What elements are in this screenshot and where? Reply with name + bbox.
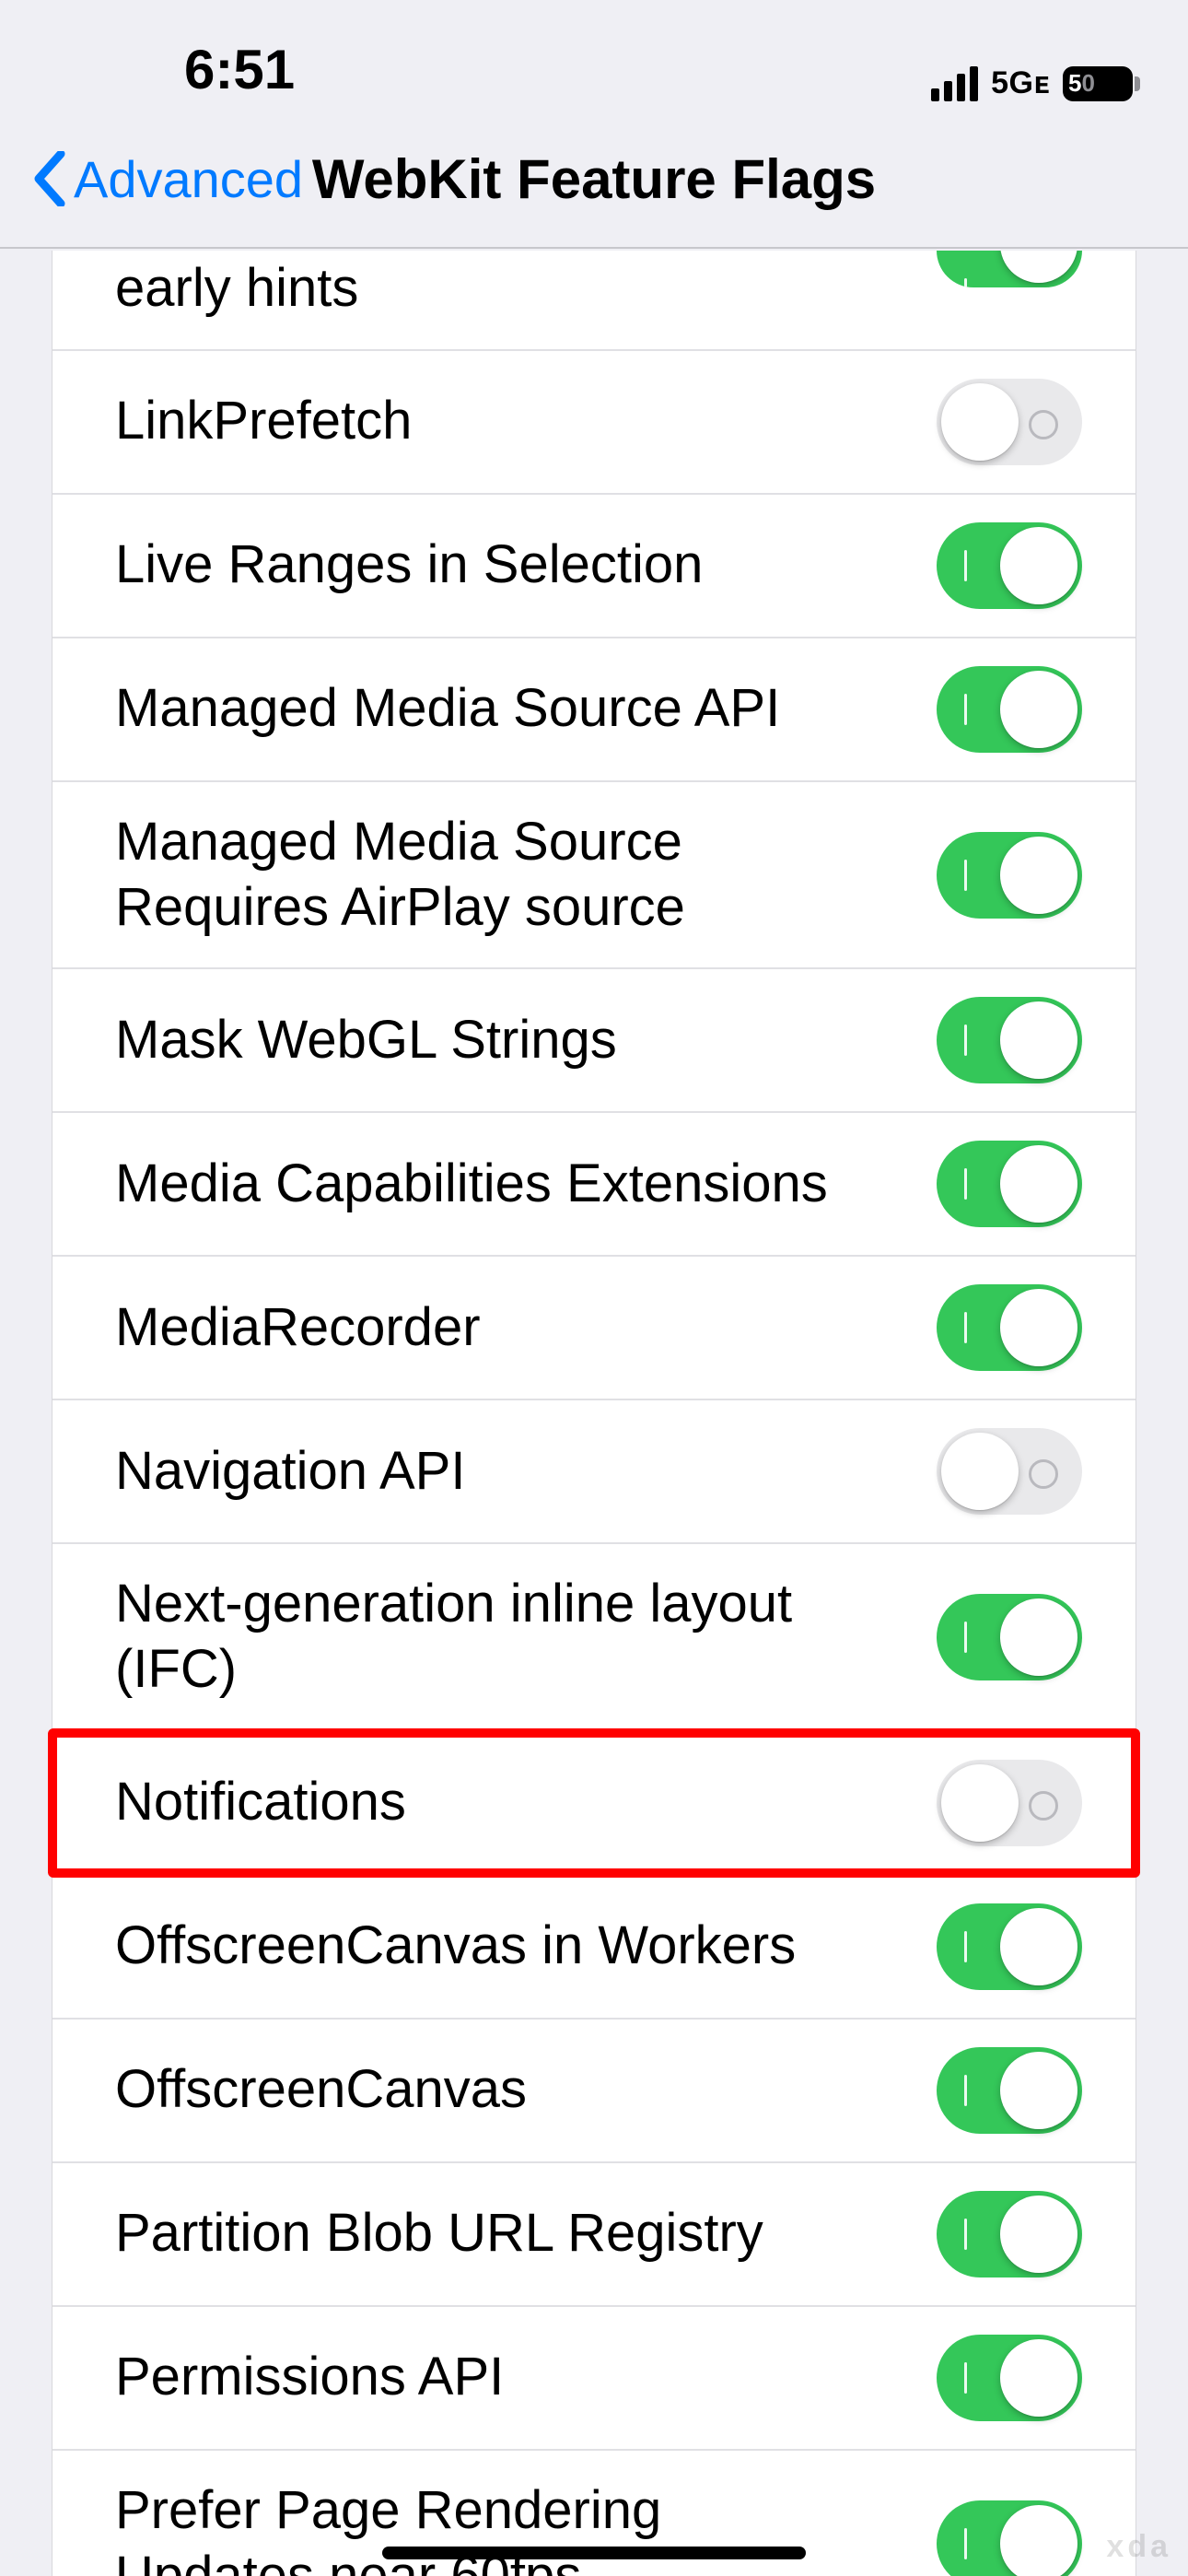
settings-row: Managed Media Source Requires AirPlay so… — [52, 782, 1136, 970]
settings-row: Live Ranges in Selection — [52, 495, 1136, 638]
toggle-switch[interactable] — [937, 832, 1082, 919]
toggle-knob — [1000, 837, 1077, 914]
setting-label: Mask WebGL Strings — [115, 1008, 617, 1073]
settings-row: OffscreenCanvas in Workers — [52, 1876, 1136, 2020]
battery-percent-faded: 0 — [1081, 69, 1094, 98]
settings-row: Media Capabilities Extensions — [52, 1113, 1136, 1257]
battery-icon: 50 — [1063, 66, 1133, 101]
setting-label: Prefer Page Rendering Updates near 60fps — [115, 2478, 870, 2576]
toggle-switch[interactable] — [937, 522, 1082, 609]
toggle-switch[interactable] — [937, 1903, 1082, 1990]
network-type: 5Gᴇ — [991, 65, 1050, 101]
setting-label: OffscreenCanvas — [115, 2057, 527, 2123]
setting-label: early hints — [115, 251, 358, 322]
page-title: WebKit Feature Flags — [312, 147, 876, 211]
toggle-knob — [1000, 2505, 1077, 2576]
toggle-switch[interactable] — [937, 1594, 1082, 1680]
setting-label: Navigation API — [115, 1439, 465, 1505]
settings-row: OffscreenCanvas — [52, 2020, 1136, 2163]
cellular-signal-icon — [931, 66, 978, 101]
setting-label: Managed Media Source API — [115, 676, 780, 742]
setting-label: Partition Blob URL Registry — [115, 2201, 763, 2266]
toggle-knob — [1000, 671, 1077, 748]
settings-row: Navigation API — [52, 1400, 1136, 1544]
toggle-switch[interactable] — [937, 2335, 1082, 2421]
toggle-switch[interactable] — [937, 1141, 1082, 1227]
toggle-switch[interactable] — [937, 1760, 1082, 1846]
toggle-knob — [941, 383, 1019, 461]
toggle-switch[interactable] — [937, 251, 1082, 287]
settings-row: early hints — [52, 251, 1136, 351]
status-right: 5Gᴇ 50 — [931, 65, 1133, 101]
status-bar: 6:51 5Gᴇ 50 — [0, 0, 1188, 111]
setting-label: MediaRecorder — [115, 1295, 481, 1361]
toggle-knob — [1000, 1145, 1077, 1223]
setting-label: LinkPrefetch — [115, 389, 412, 454]
settings-row: Next-generation inline layout (IFC) — [52, 1544, 1136, 1732]
navigation-bar: Advanced WebKit Feature Flags — [0, 111, 1188, 249]
settings-row: Notifications — [52, 1732, 1136, 1876]
settings-row: Mask WebGL Strings — [52, 969, 1136, 1113]
toggle-switch[interactable] — [937, 2500, 1082, 2576]
toggle-knob — [941, 1764, 1019, 1842]
toggle-knob — [1000, 1598, 1077, 1676]
setting-label: Media Capabilities Extensions — [115, 1152, 828, 1217]
settings-row: Managed Media Source API — [52, 638, 1136, 782]
toggle-knob — [1000, 1908, 1077, 1985]
toggle-knob — [1000, 2339, 1077, 2417]
home-indicator[interactable] — [382, 2547, 806, 2559]
watermark: xda — [1106, 2529, 1171, 2565]
battery-percent: 5 — [1068, 69, 1081, 98]
status-time: 6:51 — [55, 38, 295, 101]
chevron-left-icon — [33, 151, 66, 206]
setting-label: OffscreenCanvas in Workers — [115, 1914, 796, 1979]
toggle-knob — [1000, 2195, 1077, 2273]
setting-label: Permissions API — [115, 2345, 504, 2410]
toggle-switch[interactable] — [937, 1284, 1082, 1371]
toggle-knob — [1000, 251, 1077, 283]
toggle-switch[interactable] — [937, 2047, 1082, 2134]
toggle-switch[interactable] — [937, 2191, 1082, 2277]
settings-row: Permissions API — [52, 2307, 1136, 2451]
setting-label: Notifications — [115, 1770, 406, 1835]
settings-row: LinkPrefetch — [52, 351, 1136, 495]
setting-label: Live Ranges in Selection — [115, 533, 703, 598]
settings-row: MediaRecorder — [52, 1257, 1136, 1400]
settings-row: Partition Blob URL Registry — [52, 2163, 1136, 2307]
settings-list[interactable]: early hints LinkPrefetch Live Ranges in Se… — [52, 251, 1136, 2576]
setting-label: Next-generation inline layout (IFC) — [115, 1572, 870, 1703]
toggle-knob — [1000, 1001, 1077, 1079]
toggle-knob — [1000, 1289, 1077, 1366]
toggle-switch[interactable] — [937, 666, 1082, 753]
toggle-knob — [1000, 527, 1077, 604]
back-button[interactable]: Advanced — [33, 149, 303, 209]
setting-label: Managed Media Source Requires AirPlay so… — [115, 810, 870, 941]
back-label: Advanced — [74, 149, 303, 209]
toggle-knob — [1000, 2052, 1077, 2129]
toggle-knob — [941, 1433, 1019, 1510]
screen: 6:51 5Gᴇ 50 Advanced WebKit Feature Flag… — [0, 0, 1188, 2576]
toggle-switch[interactable] — [937, 379, 1082, 465]
toggle-switch[interactable] — [937, 1428, 1082, 1515]
toggle-switch[interactable] — [937, 997, 1082, 1083]
